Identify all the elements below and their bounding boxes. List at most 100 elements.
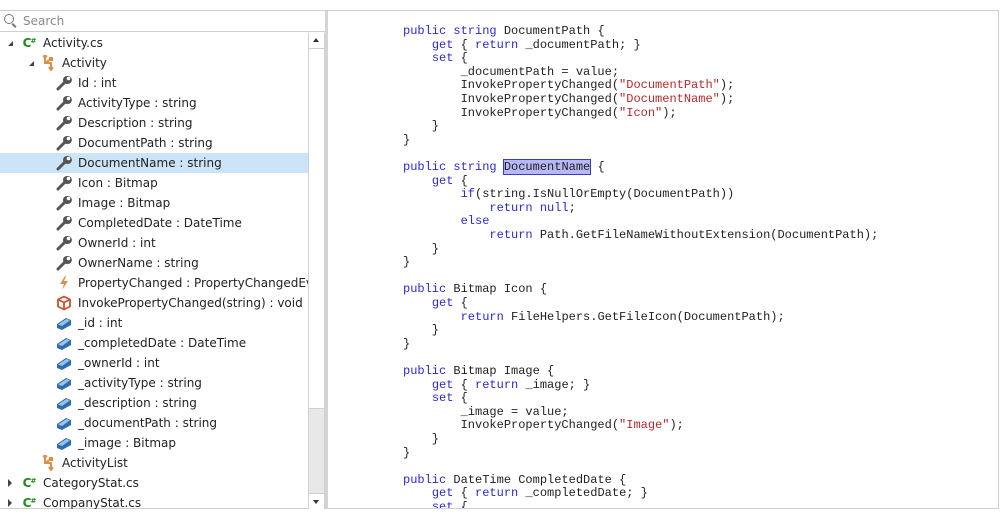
code-text: ); bbox=[719, 78, 735, 93]
tree-item[interactable]: ActivityList bbox=[0, 453, 308, 473]
property-wrench-icon bbox=[56, 235, 72, 251]
code-line: return FileHelpers.GetFileIcon(DocumentP… bbox=[403, 310, 785, 324]
code-text: { bbox=[453, 37, 476, 52]
code-text: } bbox=[403, 432, 440, 446]
tree-item-label: Icon : Bitmap bbox=[78, 176, 158, 190]
code-editor[interactable]: public string DocumentPath { get { retur… bbox=[328, 11, 998, 508]
search-input[interactable] bbox=[23, 14, 303, 28]
code-text: { bbox=[453, 51, 468, 66]
code-keyword: return bbox=[475, 37, 519, 52]
tree-item[interactable]: _documentPath : string bbox=[0, 413, 308, 433]
tree-item-label: Activity.cs bbox=[43, 36, 103, 50]
tree-item[interactable]: Id : int bbox=[0, 73, 308, 93]
code-line: public Bitmap Image { bbox=[403, 364, 554, 378]
code-keyword: get bbox=[431, 377, 454, 392]
tree-item-label: OwnerName : string bbox=[78, 256, 199, 270]
tree-scrollbar[interactable] bbox=[308, 33, 325, 509]
code-line: else bbox=[403, 214, 490, 229]
code-text: { bbox=[453, 486, 476, 501]
tree-item[interactable]: ActivityType : string bbox=[0, 93, 308, 113]
code-text: InvokePropertyChanged( bbox=[403, 92, 620, 106]
tree-item[interactable]: OwnerName : string bbox=[0, 253, 308, 273]
tree-item[interactable]: Image : Bitmap bbox=[0, 193, 308, 213]
tree-item[interactable]: C# CategoryStat.cs bbox=[0, 473, 308, 493]
code-text: } bbox=[403, 445, 411, 460]
code-text: Path.GetFileNameWithoutExtension(Documen… bbox=[532, 228, 879, 242]
code-keyword: return bbox=[475, 377, 519, 392]
code-text: ); bbox=[662, 105, 677, 120]
code-text: Bitmap Icon { bbox=[446, 282, 548, 297]
tree-item[interactable]: _completedDate : DateTime bbox=[0, 333, 308, 353]
tree-item[interactable]: PropertyChanged : PropertyChangedEventHa… bbox=[0, 273, 308, 293]
tree-item[interactable]: OwnerId : int bbox=[0, 233, 308, 253]
code-keyword: if bbox=[460, 187, 476, 202]
code-text: { bbox=[453, 377, 476, 392]
field-icon bbox=[56, 395, 72, 411]
code-keyword: set bbox=[431, 51, 454, 66]
search-icon bbox=[4, 14, 18, 28]
tree-item-label: _documentPath : string bbox=[78, 416, 218, 430]
tree-item[interactable]: _description : string bbox=[0, 393, 308, 413]
code-text: { bbox=[453, 500, 468, 508]
scroll-down-button[interactable] bbox=[309, 493, 324, 509]
tree-item[interactable]: Description : string bbox=[0, 113, 308, 133]
tree-item[interactable]: DocumentPath : string bbox=[0, 133, 308, 153]
code-text: _documentPath = value; bbox=[403, 64, 620, 79]
tree-item[interactable]: C# CompanyStat.cs bbox=[0, 493, 308, 509]
code-line: } bbox=[403, 323, 439, 337]
code-line: InvokePropertyChanged("DocumentPath"); bbox=[403, 78, 735, 93]
tree-item[interactable]: _id : int bbox=[0, 313, 308, 333]
tree-item[interactable]: Icon : Bitmap bbox=[0, 173, 308, 193]
tree-item[interactable]: DocumentName : string bbox=[0, 153, 308, 173]
property-wrench-icon bbox=[56, 115, 72, 131]
code-line: _image = value; bbox=[403, 405, 569, 419]
code-line: return Path.GetFileNameWithoutExtension(… bbox=[403, 228, 878, 242]
scroll-thumb[interactable] bbox=[309, 49, 324, 409]
tree-item-label: Image : Bitmap bbox=[78, 196, 171, 210]
tree-item[interactable]: _activityType : string bbox=[0, 373, 308, 393]
outline-panel: C# Activity.cs Activity Id : int ActivityTyp… bbox=[0, 11, 325, 509]
code-line: } bbox=[403, 133, 410, 147]
property-wrench-icon bbox=[56, 195, 72, 211]
tree-item[interactable]: _ownerId : int bbox=[0, 353, 308, 373]
tree-item[interactable]: Activity bbox=[0, 53, 308, 73]
tree-item[interactable]: InvokePropertyChanged(string) : void bbox=[0, 293, 308, 313]
tree-item-label: CompletedDate : DateTime bbox=[78, 216, 242, 230]
collapse-arrow-icon[interactable] bbox=[27, 59, 35, 67]
code-line: public string DocumentName { bbox=[403, 159, 605, 175]
tree-item[interactable]: CompletedDate : DateTime bbox=[0, 213, 308, 233]
scroll-up-button[interactable] bbox=[309, 33, 324, 49]
expand-arrow-icon[interactable] bbox=[6, 479, 14, 487]
code-keyword: set bbox=[431, 500, 454, 508]
code-line: InvokePropertyChanged("Image"); bbox=[403, 418, 684, 432]
field-icon bbox=[56, 335, 72, 351]
code-line: } bbox=[403, 446, 410, 460]
code-text: } bbox=[403, 132, 411, 147]
code-keyword: else bbox=[460, 214, 490, 229]
code-line: get { return _image; } bbox=[403, 378, 590, 392]
tree-item[interactable]: C# Activity.cs bbox=[0, 33, 308, 53]
collapse-arrow-icon[interactable] bbox=[6, 39, 14, 47]
code-text: DateTime CompletedDate { bbox=[446, 472, 627, 487]
tree-item-label: Id : int bbox=[78, 76, 117, 90]
code-string: "DocumentName" bbox=[619, 92, 720, 106]
code-text: _image = value; bbox=[403, 404, 569, 419]
code-line: InvokePropertyChanged("DocumentName"); bbox=[403, 92, 735, 106]
tree-item[interactable]: _image : Bitmap bbox=[0, 433, 308, 453]
code-text: InvokePropertyChanged( bbox=[403, 78, 620, 93]
tree-item-label: Activity bbox=[62, 56, 107, 70]
code-line: public Bitmap Icon { bbox=[403, 282, 547, 296]
property-wrench-icon bbox=[56, 135, 72, 151]
code-line: get { bbox=[403, 174, 468, 188]
tree-item-label: _description : string bbox=[78, 396, 197, 410]
code-line: if(string.IsNullOrEmpty(DocumentPath)) bbox=[403, 187, 735, 202]
field-icon bbox=[56, 315, 72, 331]
expand-arrow-icon[interactable] bbox=[6, 499, 14, 507]
